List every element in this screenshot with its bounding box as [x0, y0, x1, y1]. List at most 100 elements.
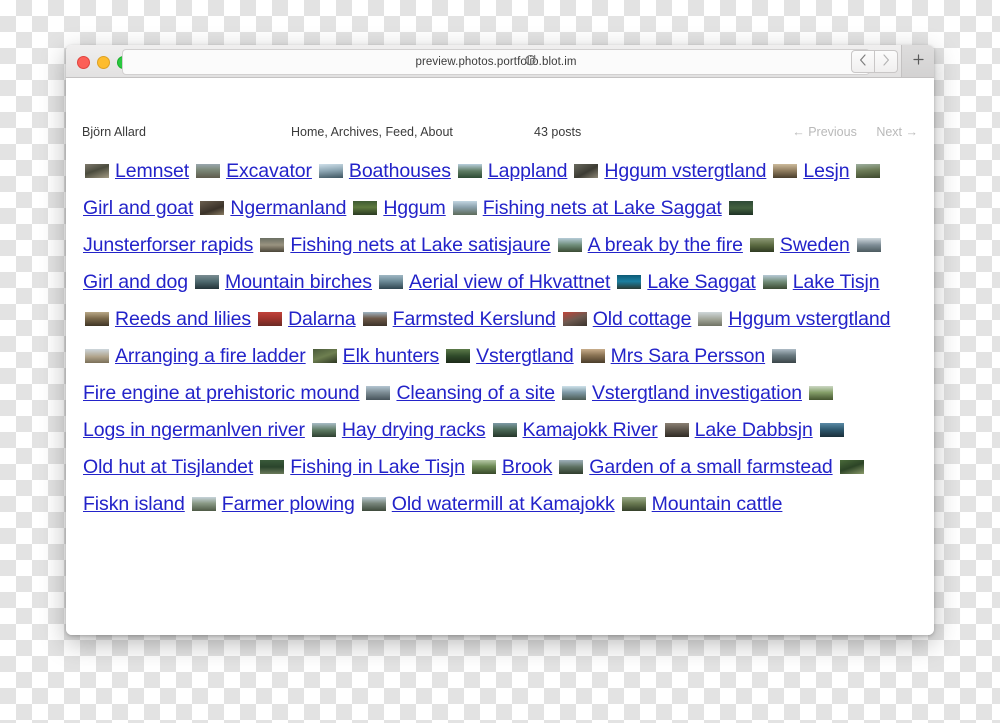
post-link[interactable]: Aerial view of Hkvattnet [409, 271, 610, 293]
post-link[interactable]: Brook [502, 456, 553, 478]
post-link[interactable]: Elk hunters [343, 345, 440, 367]
post-link[interactable]: Fishing nets at Lake satisjaure [290, 234, 550, 256]
post-thumbnail[interactable] [366, 386, 391, 400]
post-thumbnail[interactable] [85, 349, 109, 363]
post-link[interactable]: Mountain birches [225, 271, 372, 293]
post-thumbnail[interactable] [85, 312, 109, 326]
post-link[interactable]: Garden of a small farmstead [589, 456, 832, 478]
post-link[interactable]: Arranging a fire ladder [115, 345, 306, 367]
post-link[interactable]: Kamajokk River [523, 419, 658, 441]
post-link[interactable]: Excavator [226, 160, 312, 182]
post-thumbnail[interactable] [452, 201, 477, 215]
post-thumbnail[interactable] [856, 238, 881, 252]
post-thumbnail[interactable] [557, 238, 582, 252]
post-thumbnail[interactable] [580, 349, 605, 363]
post-thumbnail[interactable] [200, 201, 225, 215]
post-thumbnail[interactable] [772, 349, 797, 363]
post-thumbnail[interactable] [856, 164, 881, 178]
reload-icon[interactable] [524, 54, 537, 67]
post-link[interactable]: A break by the fire [588, 234, 743, 256]
post-link[interactable]: Lake Tisjn [793, 271, 880, 293]
post-thumbnail[interactable] [312, 349, 337, 363]
back-button[interactable] [851, 50, 875, 73]
post-link[interactable]: Farmsted Kerslund [393, 308, 556, 330]
post-link[interactable]: Sweden [780, 234, 850, 256]
address-bar[interactable]: preview.photos.portfolio.blot.im [122, 49, 870, 75]
post-thumbnail[interactable] [621, 497, 646, 511]
site-author: Björn Allard [82, 125, 146, 139]
post-thumbnail[interactable] [191, 497, 216, 511]
post-thumbnail[interactable] [819, 423, 844, 437]
post-thumbnail[interactable] [318, 164, 343, 178]
post-link[interactable]: Fire engine at prehistoric mound [83, 382, 360, 404]
post-link[interactable]: Cleansing of a site [396, 382, 555, 404]
post-thumbnail[interactable] [749, 238, 774, 252]
post-thumbnail[interactable] [457, 164, 482, 178]
post-link[interactable]: Fishing in Lake Tisjn [290, 456, 465, 478]
post-link[interactable]: Hggum vstergtland [728, 308, 890, 330]
post-link[interactable]: Lake Dabbsjn [695, 419, 813, 441]
post-thumbnail[interactable] [492, 423, 517, 437]
post-link[interactable]: Lemnset [115, 160, 189, 182]
post-link[interactable]: Fishing nets at Lake Saggat [483, 197, 722, 219]
post-thumbnail[interactable] [559, 460, 584, 474]
post-link[interactable]: Hay drying racks [342, 419, 486, 441]
post-link[interactable]: Lake Saggat [647, 271, 756, 293]
post-thumbnail[interactable] [728, 201, 753, 215]
header-pagination: ← Previous Next → [776, 125, 918, 139]
previous-page-link[interactable]: ← Previous [792, 125, 857, 139]
page-content: Björn Allard Home, Archives, Feed, About… [66, 78, 934, 635]
post-link[interactable]: Hggum vstergtland [604, 160, 766, 182]
post-link[interactable]: Ngermanland [230, 197, 346, 219]
post-link[interactable]: Junsterforser rapids [83, 234, 253, 256]
post-thumbnail[interactable] [808, 386, 833, 400]
post-link[interactable]: Girl and goat [83, 197, 193, 219]
post-link[interactable]: Dalarna [288, 308, 356, 330]
post-thumbnail[interactable] [361, 497, 386, 511]
post-link[interactable]: Old hut at Tisjlandet [83, 456, 253, 478]
post-link[interactable]: Mrs Sara Persson [611, 345, 766, 367]
post-thumbnail[interactable] [196, 164, 221, 178]
post-thumbnail[interactable] [258, 312, 283, 326]
post-link[interactable]: Boathouses [349, 160, 451, 182]
close-window-button[interactable] [77, 56, 90, 69]
address-bar-url: preview.photos.portfolio.blot.im [415, 56, 577, 68]
post-thumbnail[interactable] [260, 238, 285, 252]
post-thumbnail[interactable] [362, 312, 387, 326]
post-link[interactable]: Lappland [488, 160, 568, 182]
post-thumbnail[interactable] [446, 349, 471, 363]
new-tab-button[interactable] [901, 45, 934, 77]
post-thumbnail[interactable] [195, 275, 220, 289]
post-link[interactable]: Hggum [383, 197, 445, 219]
post-thumbnail[interactable] [311, 423, 336, 437]
post-link[interactable]: Vstergtland investigation [592, 382, 802, 404]
site-nav[interactable]: Home, Archives, Feed, About [291, 125, 453, 139]
post-thumbnail[interactable] [471, 460, 496, 474]
post-link[interactable]: Girl and dog [83, 271, 188, 293]
post-thumbnail[interactable] [574, 164, 599, 178]
post-link[interactable]: Old cottage [593, 308, 692, 330]
post-thumbnail[interactable] [773, 164, 798, 178]
post-thumbnail[interactable] [617, 275, 642, 289]
next-page-link[interactable]: Next → [876, 125, 918, 139]
post-thumbnail[interactable] [378, 275, 403, 289]
post-link[interactable]: Old watermill at Kamajokk [392, 493, 615, 515]
minimize-window-button[interactable] [97, 56, 110, 69]
post-link[interactable]: Fiskn island [83, 493, 185, 515]
post-thumbnail[interactable] [698, 312, 723, 326]
post-thumbnail[interactable] [664, 423, 689, 437]
post-link[interactable]: Mountain cattle [652, 493, 783, 515]
post-thumbnail[interactable] [260, 460, 285, 474]
post-link[interactable]: Farmer plowing [222, 493, 355, 515]
post-thumbnail[interactable] [85, 164, 109, 178]
post-link[interactable]: Vstergtland [476, 345, 574, 367]
post-link[interactable]: Lesjn [803, 160, 849, 182]
post-link[interactable]: Logs in ngermanlven river [83, 419, 305, 441]
post-thumbnail[interactable] [762, 275, 787, 289]
post-thumbnail[interactable] [839, 460, 864, 474]
post-thumbnail[interactable] [561, 386, 586, 400]
forward-button[interactable] [875, 50, 898, 73]
post-thumbnail[interactable] [353, 201, 378, 215]
post-thumbnail[interactable] [562, 312, 587, 326]
post-link[interactable]: Reeds and lilies [115, 308, 251, 330]
